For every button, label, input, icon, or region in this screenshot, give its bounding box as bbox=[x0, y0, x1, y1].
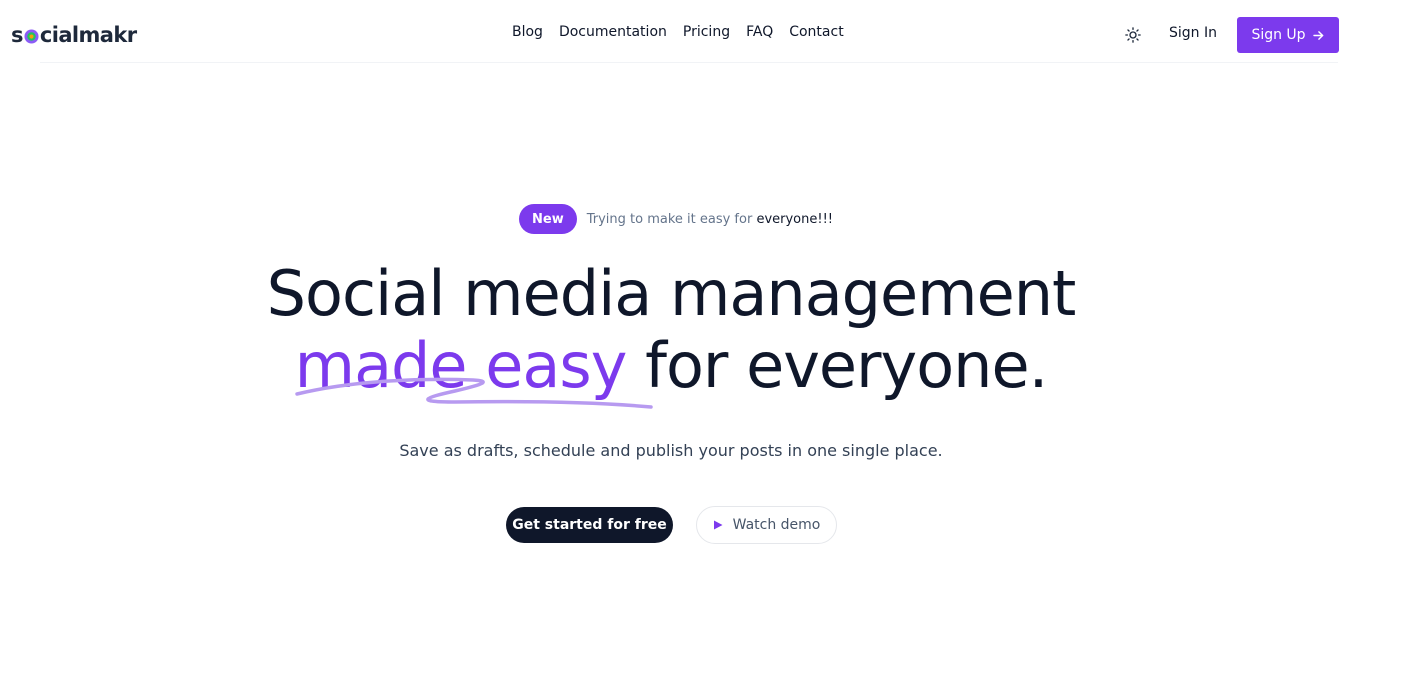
play-icon bbox=[713, 520, 723, 530]
arrow-right-icon bbox=[1312, 30, 1323, 40]
headline-line-2: made easy for everyone. bbox=[0, 329, 1342, 409]
main-nav: Blog Documentation Pricing FAQ Contact bbox=[512, 24, 844, 40]
announcement-text: Trying to make it easy for everyone!!! bbox=[587, 212, 833, 227]
header-divider bbox=[40, 62, 1338, 63]
watch-demo-button[interactable]: Watch demo bbox=[696, 506, 837, 544]
watch-demo-label: Watch demo bbox=[732, 517, 821, 533]
sun-icon[interactable] bbox=[1124, 26, 1142, 44]
headline-highlight-text: made easy bbox=[294, 329, 628, 402]
nav-link-faq[interactable]: FAQ bbox=[746, 24, 773, 40]
announcement-text-start: Trying to make it easy for bbox=[586, 211, 757, 227]
nav-link-pricing[interactable]: Pricing bbox=[683, 24, 730, 40]
logo[interactable]: s cialmakr bbox=[11, 21, 137, 49]
announcement: New Trying to make it easy for everyone!… bbox=[519, 204, 833, 234]
nav-link-contact[interactable]: Contact bbox=[789, 24, 843, 40]
logo-text-start: s bbox=[11, 23, 24, 47]
hero-subtitle: Save as drafts, schedule and publish you… bbox=[399, 441, 943, 460]
site-header: s cialmakr Blog Documentation Pricing FA… bbox=[0, 0, 1404, 62]
headline-line-1: Social media management bbox=[266, 257, 1077, 330]
logo-mark-icon bbox=[24, 29, 39, 44]
announcement-text-emphasis: everyone!!! bbox=[756, 211, 834, 227]
nav-link-blog[interactable]: Blog bbox=[512, 24, 543, 40]
sign-up-label: Sign Up bbox=[1251, 27, 1306, 43]
headline-highlight: made easy bbox=[294, 329, 653, 409]
get-started-button[interactable]: Get started for free bbox=[506, 507, 673, 543]
logo-text-end: cialmakr bbox=[39, 23, 137, 47]
sign-in-link[interactable]: Sign In bbox=[1169, 25, 1217, 41]
sign-up-button[interactable]: Sign Up bbox=[1237, 17, 1339, 53]
nav-link-documentation[interactable]: Documentation bbox=[559, 24, 667, 40]
hero-headline: Social media management made easy for ev… bbox=[0, 257, 1342, 409]
new-badge: New bbox=[519, 204, 577, 234]
headline-rest: for everyone. bbox=[626, 329, 1048, 402]
